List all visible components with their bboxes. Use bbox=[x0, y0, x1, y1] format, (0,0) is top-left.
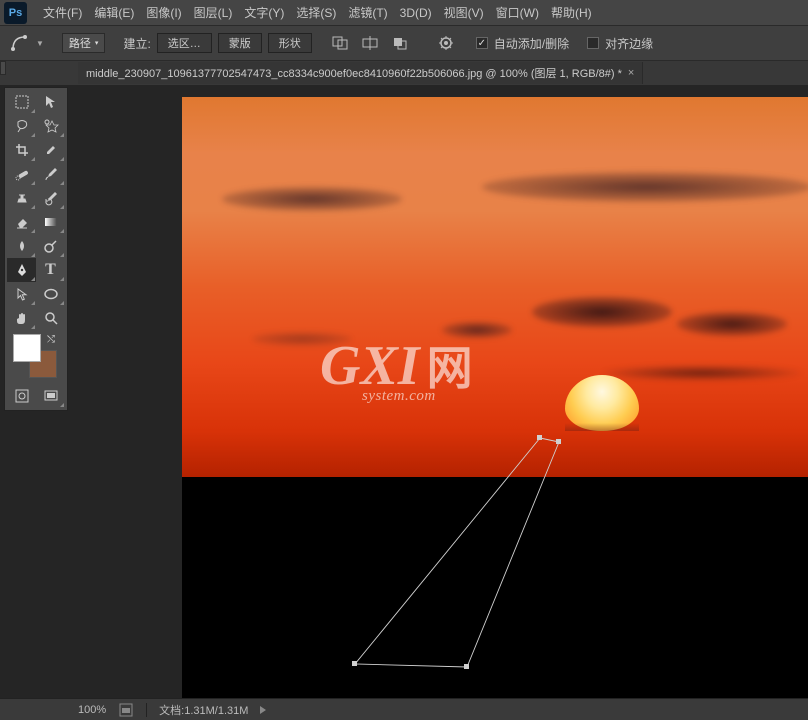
chevron-down-icon[interactable]: ▼ bbox=[36, 39, 44, 48]
zoom-tool[interactable] bbox=[36, 306, 65, 330]
menu-type[interactable]: 文字(Y) bbox=[238, 0, 290, 25]
tab-title: middle_230907_10961377702547473_cc8334c9… bbox=[86, 65, 622, 81]
establish-label: 建立: bbox=[123, 35, 150, 52]
menu-bar: Ps 文件(F) 编辑(E) 图像(I) 图层(L) 文字(Y) 选择(S) 滤… bbox=[0, 0, 808, 25]
swap-colors-icon[interactable]: ⤭ bbox=[47, 334, 59, 346]
screen-mode[interactable] bbox=[36, 384, 65, 408]
eyedropper-tool[interactable] bbox=[36, 138, 65, 162]
tools-panel: T ⤭ bbox=[4, 87, 68, 411]
arrange-path-button[interactable] bbox=[388, 32, 412, 54]
gradient-tool[interactable] bbox=[36, 210, 65, 234]
options-bar: ▼ 路径 ▾ 建立: 选区… 蒙版 形状 自动添加/删除 对齐边缘 bbox=[0, 25, 808, 61]
canvas[interactable]: GXI 网 system.com bbox=[182, 97, 808, 698]
image-cloud bbox=[677, 312, 787, 336]
menu-select[interactable]: 选择(S) bbox=[290, 0, 342, 25]
image-sky bbox=[182, 97, 808, 477]
menu-help[interactable]: 帮助(H) bbox=[545, 0, 598, 25]
image-cloud bbox=[532, 297, 672, 327]
doc-size-label: 文档:1.31M/1.31M bbox=[159, 702, 248, 718]
tab-bar: middle_230907_10961377702547473_cc8334c9… bbox=[0, 61, 808, 85]
spot-healing-tool[interactable] bbox=[7, 162, 36, 186]
align-edges-label: 对齐边缘 bbox=[605, 35, 653, 52]
status-bar: 100% 文档:1.31M/1.31M bbox=[0, 698, 808, 720]
move-tool[interactable] bbox=[36, 90, 65, 114]
make-mask-button[interactable]: 蒙版 bbox=[218, 33, 262, 53]
ellipse-tool[interactable] bbox=[36, 282, 65, 306]
hand-tool[interactable] bbox=[7, 306, 36, 330]
auto-add-label: 自动添加/删除 bbox=[494, 35, 569, 52]
menu-filter[interactable]: 滤镜(T) bbox=[342, 0, 393, 25]
path-mode-dropdown[interactable]: 路径 ▾ bbox=[62, 33, 106, 53]
make-selection-button[interactable]: 选区… bbox=[157, 33, 212, 53]
lasso-tool[interactable] bbox=[7, 114, 36, 138]
align-path-button[interactable] bbox=[358, 32, 382, 54]
menu-3d[interactable]: 3D(D) bbox=[394, 2, 438, 24]
image-cloud bbox=[482, 172, 808, 202]
menu-layer[interactable]: 图层(L) bbox=[188, 0, 239, 25]
watermark: GXI 网 system.com bbox=[320, 332, 473, 405]
dodge-tool[interactable] bbox=[36, 234, 65, 258]
align-edges-checkbox[interactable] bbox=[587, 37, 599, 49]
combine-path-button[interactable] bbox=[328, 32, 352, 54]
quick-selection-tool[interactable] bbox=[36, 114, 65, 138]
watermark-brand-cn: 网 bbox=[427, 343, 473, 394]
history-brush-tool[interactable] bbox=[36, 186, 65, 210]
menu-edit[interactable]: 编辑(E) bbox=[88, 0, 140, 25]
pen-tool[interactable] bbox=[7, 258, 36, 282]
eraser-tool[interactable] bbox=[7, 210, 36, 234]
menu-view[interactable]: 视图(V) bbox=[438, 0, 490, 25]
crop-tool[interactable] bbox=[7, 138, 36, 162]
color-swatches: ⤭ bbox=[13, 334, 59, 380]
type-tool[interactable]: T bbox=[36, 258, 65, 282]
image-cloud bbox=[222, 187, 402, 211]
foreground-color-swatch[interactable] bbox=[13, 334, 41, 362]
path-mode-label: 路径 bbox=[69, 35, 91, 51]
zoom-level[interactable]: 100% bbox=[78, 704, 106, 716]
panel-drag-handle[interactable] bbox=[0, 61, 6, 75]
gear-icon[interactable] bbox=[434, 32, 458, 54]
app-logo: Ps bbox=[4, 2, 27, 24]
close-icon[interactable]: × bbox=[628, 67, 634, 79]
auto-add-checkbox[interactable] bbox=[476, 37, 488, 49]
quick-mask-mode[interactable] bbox=[7, 384, 36, 408]
image-cloud bbox=[602, 365, 802, 381]
menu-window[interactable]: 窗口(W) bbox=[490, 0, 545, 25]
workspace: T ⤭ bbox=[0, 85, 808, 698]
blur-tool[interactable] bbox=[7, 234, 36, 258]
separator bbox=[146, 703, 147, 717]
rectangular-marquee-tool[interactable] bbox=[7, 90, 36, 114]
status-menu-icon[interactable] bbox=[260, 706, 266, 714]
document-tab[interactable]: middle_230907_10961377702547473_cc8334c9… bbox=[78, 62, 643, 84]
current-tool-icon[interactable] bbox=[8, 32, 30, 54]
path-selection-tool[interactable] bbox=[7, 282, 36, 306]
make-shape-button[interactable]: 形状 bbox=[268, 33, 312, 53]
menu-image[interactable]: 图像(I) bbox=[140, 0, 187, 25]
brush-tool[interactable] bbox=[36, 162, 65, 186]
menu-file[interactable]: 文件(F) bbox=[37, 0, 88, 25]
clone-stamp-tool[interactable] bbox=[7, 186, 36, 210]
status-preview-icon[interactable] bbox=[118, 702, 134, 718]
chevron-down-icon: ▾ bbox=[95, 39, 99, 47]
